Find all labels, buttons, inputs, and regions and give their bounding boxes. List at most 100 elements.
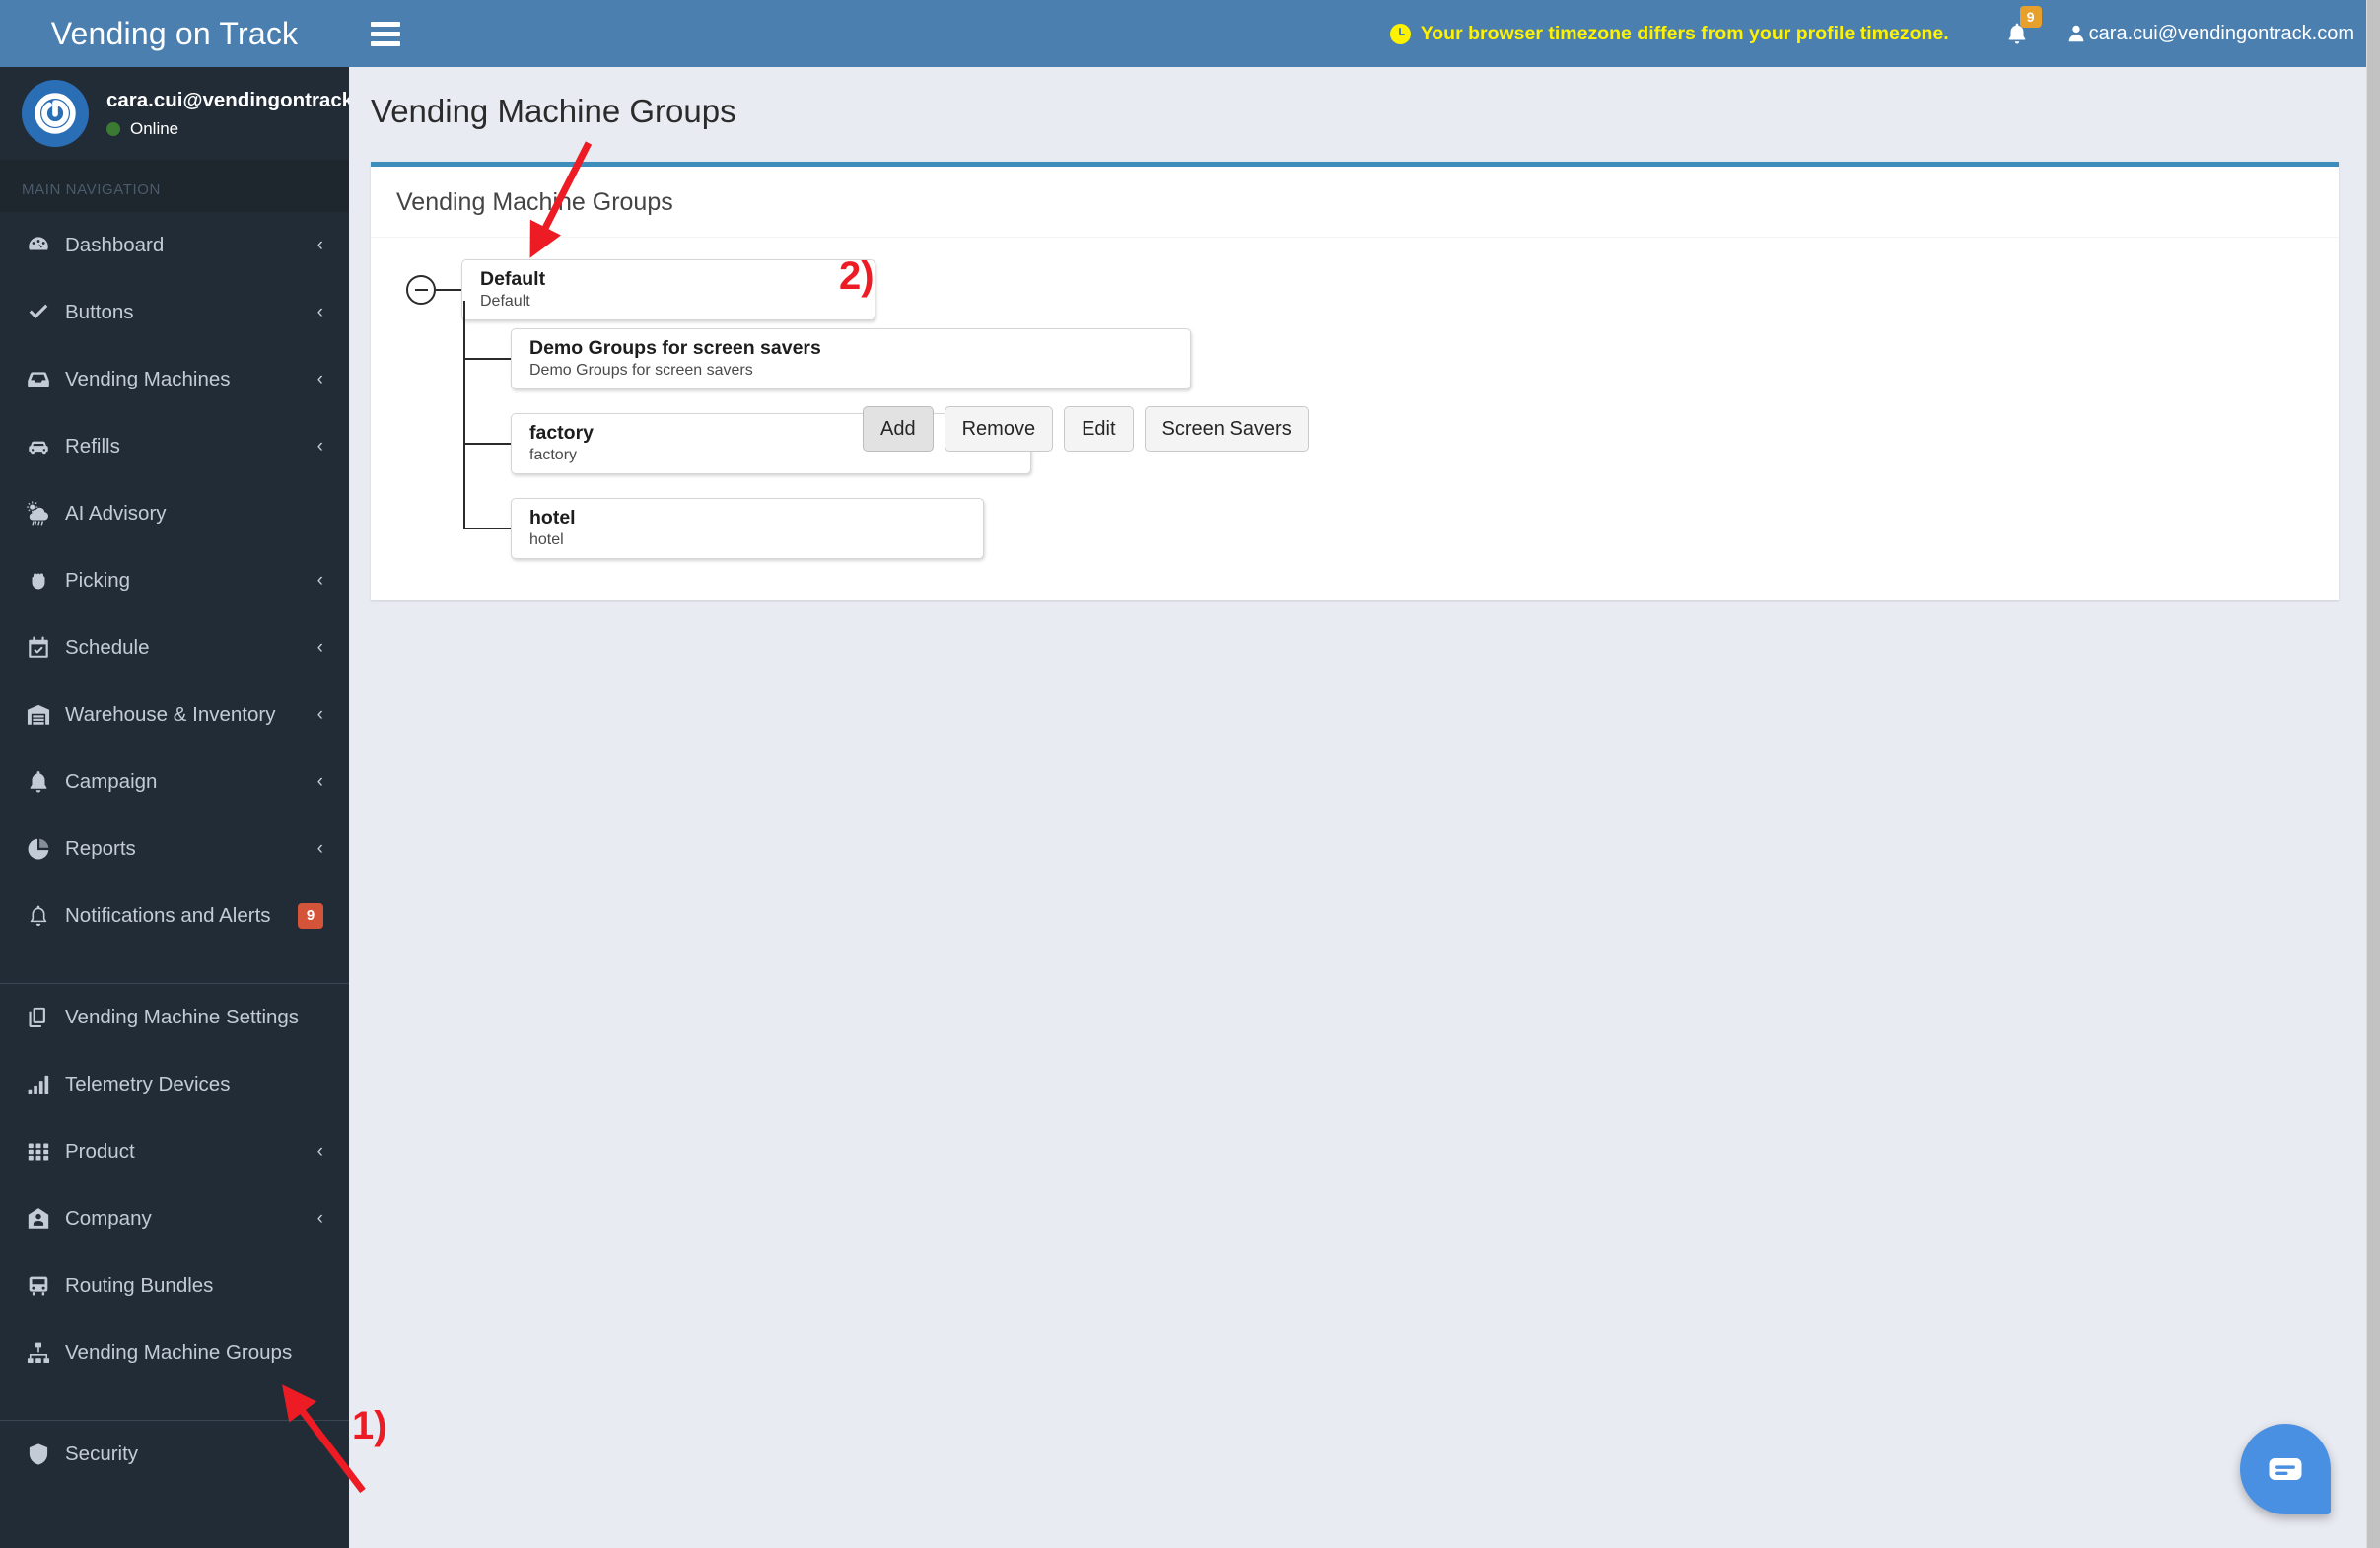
tree-node-root[interactable]: Default Default — [461, 259, 875, 320]
sidebar-user-status: Online — [106, 119, 349, 139]
sidebar-item-label: Product — [65, 1140, 135, 1162]
hand-rock-icon — [26, 568, 59, 594]
sidebar-item-campaign[interactable]: Campaign ‹ — [0, 748, 349, 815]
tree-children-container: Demo Groups for screen savers Demo Groups… — [463, 301, 2313, 559]
tree-collapse-toggle[interactable] — [406, 275, 436, 305]
sidebar-item-reports[interactable]: Reports ‹ — [0, 815, 349, 882]
sidebar-item-label: Routing Bundles — [65, 1274, 214, 1297]
chevron-left-icon: ‹ — [316, 837, 323, 859]
remove-button[interactable]: Remove — [944, 406, 1054, 452]
sidebar-toggle-icon[interactable] — [371, 19, 404, 48]
sidebar-item-picking[interactable]: Picking ‹ — [0, 547, 349, 614]
sidebar-item-schedule[interactable]: Schedule ‹ — [0, 614, 349, 681]
top-header-bar: Vending on Track Your browser timezone d… — [0, 0, 2380, 67]
sidebar-item-badge: 9 — [298, 903, 323, 929]
hamburger-bar — [371, 21, 400, 27]
sidebar-section-heading: MAIN NAVIGATION — [0, 160, 349, 212]
sitemap-icon — [26, 1340, 59, 1366]
page-scrollbar[interactable] — [2366, 0, 2380, 1548]
user-email-label: cara.cui@vendingontrack.com — [2088, 22, 2354, 44]
chevron-left-icon: ‹ — [316, 703, 323, 725]
chevron-left-icon: ‹ — [316, 435, 323, 457]
sidebar-item-buttons[interactable]: Buttons ‹ — [0, 279, 349, 346]
tree-node-demo-groups-for-screen-savers[interactable]: Demo Groups for screen savers Demo Groups… — [511, 328, 1191, 389]
shield-icon — [26, 1442, 59, 1467]
chevron-left-icon: ‹ — [316, 1140, 323, 1161]
calendar-check-icon — [26, 635, 59, 661]
warehouse-icon — [26, 702, 59, 728]
bus-icon — [26, 1273, 59, 1299]
sidebar-item-routing-bundles[interactable]: Routing Bundles — [0, 1252, 349, 1319]
sidebar-nav-secondary: Vending Machine Settings Telemetry Device… — [0, 984, 349, 1386]
hamburger-bar — [371, 31, 400, 36]
user-icon — [2068, 25, 2084, 42]
sidebar-item-security[interactable]: Security — [0, 1421, 349, 1488]
add-button[interactable]: Add — [863, 406, 934, 452]
sidebar-item-warehouse-inventory[interactable]: Warehouse & Inventory ‹ — [0, 681, 349, 748]
clock-icon — [1389, 23, 1411, 44]
scrollbar-thumb[interactable] — [2367, 0, 2380, 1548]
minus-icon — [414, 288, 428, 292]
sidebar-item-refills[interactable]: Refills ‹ — [0, 413, 349, 480]
navbar-right-group: Your browser timezone differs from your … — [1389, 0, 2354, 67]
screen-savers-button[interactable]: Screen Savers — [1144, 406, 1309, 452]
online-dot-icon — [106, 121, 120, 136]
sidebar-item-label: Buttons — [65, 301, 134, 323]
grid-icon — [26, 1139, 59, 1164]
check-icon — [26, 300, 59, 325]
sidebar-item-label: Notifications and Alerts — [65, 904, 271, 927]
edit-button[interactable]: Edit — [1064, 406, 1134, 452]
sidebar-item-telemetry-devices[interactable]: Telemetry Devices — [0, 1051, 349, 1118]
sidebar-item-vending-machines[interactable]: Vending Machines ‹ — [0, 346, 349, 413]
sidebar-item-notifications-and-alerts[interactable]: Notifications and Alerts 9 — [0, 882, 349, 950]
sidebar-nav-tertiary: Security — [0, 1421, 349, 1488]
sidebar-item-label: Telemetry Devices — [65, 1073, 231, 1095]
cloud-sun-rain-icon — [26, 501, 59, 527]
notification-badge: 9 — [2019, 6, 2042, 28]
building-icon — [26, 1206, 59, 1231]
avatar — [22, 80, 89, 147]
timezone-warning-text: Your browser timezone differs from your … — [1420, 22, 1949, 44]
chat-bubble-icon — [2269, 1458, 2302, 1480]
copy-icon — [26, 1005, 59, 1030]
sidebar-item-label: Security — [65, 1442, 139, 1465]
tree-connector-line — [463, 443, 511, 445]
sidebar-item-ai-advisory[interactable]: AI Advisory — [0, 480, 349, 547]
inbox-icon — [26, 367, 59, 392]
chevron-left-icon: ‹ — [316, 569, 323, 591]
sidebar-user-meta: cara.cui@vendingontrack.com Online — [89, 89, 349, 139]
notifications-button[interactable]: 9 — [1983, 0, 2052, 67]
dashboard-icon — [26, 233, 59, 258]
user-menu[interactable]: cara.cui@vendingontrack.com — [2052, 22, 2354, 45]
sidebar-spacer — [0, 1386, 349, 1420]
tree-node-subtitle: Default — [480, 293, 530, 311]
bell-filled-icon — [26, 769, 59, 795]
car-icon — [26, 434, 59, 459]
chat-widget-button[interactable] — [2240, 1424, 2331, 1514]
chevron-left-icon: ‹ — [316, 636, 323, 658]
sidebar-item-vending-machine-settings[interactable]: Vending Machine Settings — [0, 984, 349, 1051]
brand-logo-block[interactable]: Vending on Track — [0, 0, 349, 67]
sidebar-user-panel[interactable]: cara.cui@vendingontrack.com Online — [0, 67, 349, 160]
sidebar-item-company[interactable]: Company ‹ — [0, 1185, 349, 1252]
sidebar-user-status-label: Online — [130, 118, 179, 138]
timezone-warning[interactable]: Your browser timezone differs from your … — [1389, 22, 1983, 45]
sidebar-item-product[interactable]: Product ‹ — [0, 1118, 349, 1185]
tree-child-row: hotel hotel — [463, 498, 2313, 559]
tree-child-row: Demo Groups for screen savers Demo Groups… — [463, 328, 2313, 389]
sidebar-nav-primary: Dashboard ‹ Buttons ‹ Vending Machines ‹ Refil… — [0, 212, 349, 950]
app-root: Vending on Track Your browser timezone d… — [0, 0, 2380, 1548]
tree-node-title: hotel — [529, 506, 576, 528]
sidebar-item-vending-machine-groups[interactable]: Vending Machine Groups — [0, 1319, 349, 1386]
tree-node-title: Demo Groups for screen savers — [529, 336, 821, 359]
sidebar-item-dashboard[interactable]: Dashboard ‹ — [0, 212, 349, 279]
tree-connector-line — [436, 289, 461, 291]
chevron-left-icon: ‹ — [316, 234, 323, 255]
sidebar-item-label: Vending Machine Settings — [65, 1006, 300, 1028]
chevron-left-icon: ‹ — [316, 1207, 323, 1229]
sidebar-item-label: Picking — [65, 569, 131, 592]
sidebar-item-label: Company — [65, 1207, 152, 1230]
bell-outline-icon — [26, 903, 59, 929]
tree-node-hotel[interactable]: hotel hotel — [511, 498, 984, 559]
logo-swirl-icon — [35, 93, 76, 134]
